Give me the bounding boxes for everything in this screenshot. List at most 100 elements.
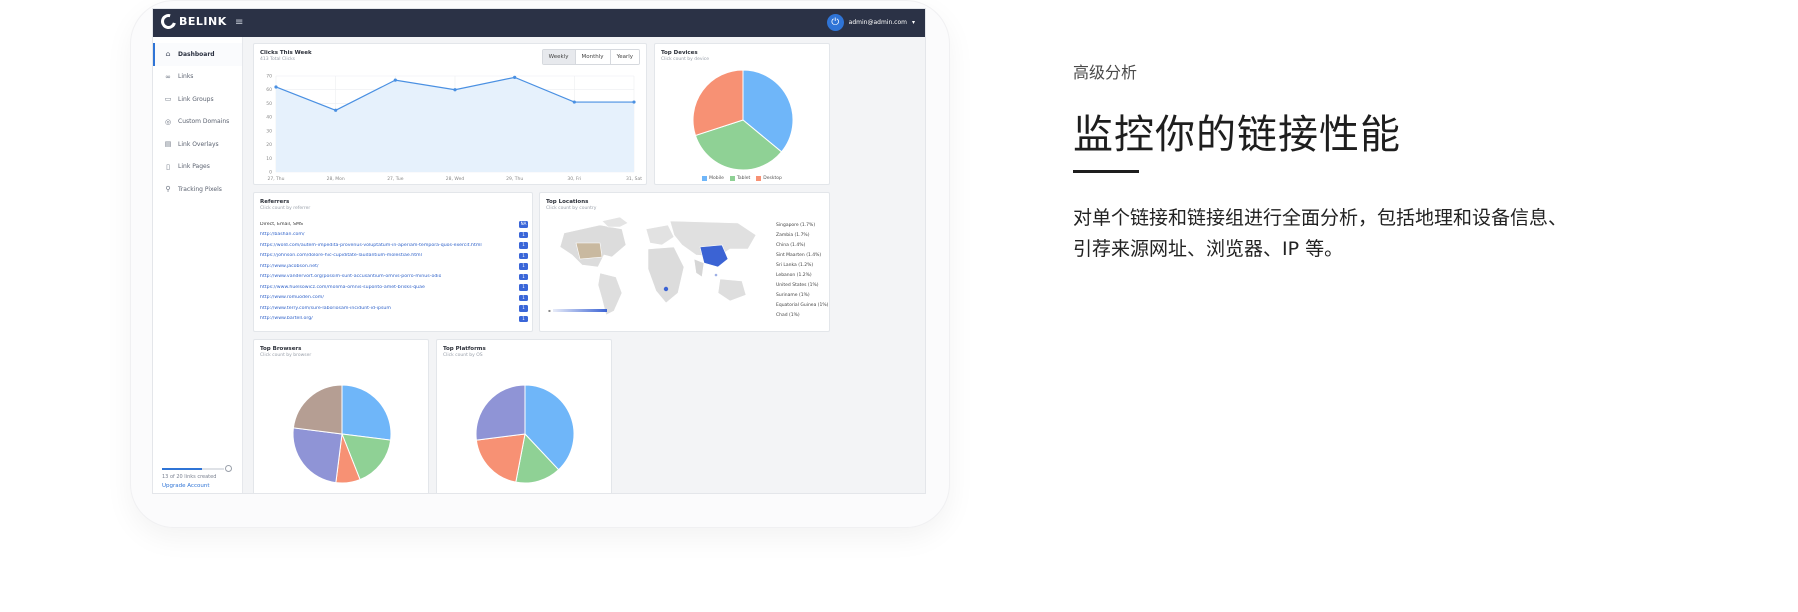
usage-progress-bar (162, 468, 224, 470)
legend-label: Tablet (736, 176, 751, 181)
location-item[interactable]: China (1.4%) (776, 243, 828, 253)
referrer-link[interactable]: http://www.romuoden.com/ (260, 295, 324, 300)
data-point (572, 100, 576, 104)
sidebar-item-link-groups[interactable]: ▭ Link Groups (153, 88, 242, 111)
usage-text: 13 of 20 links created (162, 474, 217, 480)
referrer-link[interactable]: http://www.vandervort.org/possim-sunt-ac… (260, 274, 441, 279)
referrer-link[interactable]: http://www.jacobson.net/ (260, 264, 319, 269)
referrer-link[interactable]: http://bashan.com/ (260, 232, 305, 237)
sidebar-item-tracking-pixels[interactable]: ⚲ Tracking Pixels (153, 178, 242, 201)
map-color-scale: ▪ (548, 308, 607, 313)
referrer-list: Direct, Email, SMS NA http://bashan.com/1 h… (260, 219, 528, 324)
legend-label: Mobile (709, 176, 724, 181)
location-item[interactable]: Equatorial Guinea (1%) (776, 303, 828, 313)
pie-slice (475, 384, 526, 441)
page: BELINK ≡ ⏻ admin@admin.com ▾ ⌂ Dashboard… (0, 0, 1798, 612)
sidebar-item-link-pages[interactable]: ▯ Link Pages (153, 156, 242, 179)
clicks-line-chart: 0 10 20 30 40 50 60 70 27, Thu 28, Mon 27, Tue 28, … (266, 74, 642, 183)
y-tick-label: 40 (266, 115, 272, 121)
x-tick-label: 27, Thu (267, 176, 284, 182)
referrer-count-badge: 1 (519, 294, 528, 301)
location-item[interactable]: United States (1%) (776, 283, 828, 293)
card-title: Referrers (260, 199, 290, 205)
link-icon: ∞ (165, 72, 171, 81)
card-subtitle: Click count by country (546, 206, 597, 211)
usage-progress-fill (162, 468, 203, 470)
info-icon[interactable] (225, 465, 232, 472)
platforms-card: Top Platforms Click count by OS (436, 339, 612, 493)
referrer-link[interactable]: https://johnson.com/dolore-hic-cupiditat… (260, 253, 422, 258)
user-menu[interactable]: ⏻ admin@admin.com ▾ (826, 14, 915, 31)
location-item[interactable]: Suriname (1%) (776, 293, 828, 303)
y-tick-label: 10 (266, 156, 272, 162)
usage-panel: 13 of 20 links created Upgrade Account (162, 465, 238, 489)
referrer-count-badge: 1 (519, 315, 528, 322)
locations-card: Top Locations Click count by country ▪ S… (539, 192, 830, 332)
referrer-row: http://www.vandervort.org/possim-sunt-ac… (260, 272, 528, 283)
browsers-card: Top Browsers Click count by browser (253, 339, 429, 493)
sidebar-item-custom-domains[interactable]: ◎ Custom Domains (153, 111, 242, 134)
legend-item[interactable]: Mobile (702, 176, 724, 181)
sidebar-item-label: Link Groups (178, 95, 214, 103)
location-item[interactable]: Chad (1%) (776, 313, 828, 323)
referrer-count-badge: 1 (519, 284, 528, 291)
x-tick-label: 28, Wed (446, 176, 465, 182)
referrer-row: Direct, Email, SMS NA (260, 219, 528, 230)
feature-eyebrow: 高级分析 (1073, 63, 1138, 82)
brand-logo[interactable]: BELINK (158, 11, 227, 32)
y-tick-label: 50 (266, 101, 272, 107)
referrer-row: http://www.jacobson.net/1 (260, 261, 528, 272)
location-item[interactable]: Lebanon (1.2%) (776, 273, 828, 283)
logo-mark-icon (158, 11, 179, 32)
sidebar-item-label: Link Overlays (178, 140, 219, 148)
referrer-link[interactable]: https://wold.com/autem-impedita-provenus… (260, 243, 482, 248)
app-screenshot: BELINK ≡ ⏻ admin@admin.com ▾ ⌂ Dashboard… (152, 8, 926, 494)
sidebar-item-label: Link Pages (178, 163, 210, 171)
feature-headline: 监控你的链接性能 (1073, 112, 1401, 158)
referrer-link[interactable]: https://www.huelsowicz.com/molima-omnis-… (260, 285, 425, 290)
referrer-link[interactable]: http://www.bartell.org/ (260, 316, 313, 321)
referrer-count-badge: 1 (519, 252, 528, 259)
folder-icon: ▭ (164, 95, 172, 104)
location-item[interactable]: Sint Maarten (1.4%) (776, 253, 828, 263)
sidebar-item-links[interactable]: ∞ Links (153, 66, 242, 89)
x-tick-label: 29, Thu (506, 176, 523, 182)
referrer-count-badge: 1 (519, 231, 528, 238)
legend-label: Desktop (763, 176, 782, 181)
referrer-count-badge: 1 (519, 273, 528, 280)
x-tick-label: 28, Mon (327, 176, 345, 182)
legend-item[interactable]: Desktop (756, 176, 782, 181)
data-point (513, 75, 517, 79)
data-point (334, 108, 338, 112)
pin-icon: ⚲ (165, 185, 171, 194)
legend-item[interactable]: Tablet (729, 176, 751, 181)
y-tick-label: 0 (269, 170, 272, 176)
sidebar-item-dashboard[interactable]: ⌂ Dashboard (153, 43, 242, 66)
pie-slice (341, 384, 392, 441)
scale-min-marker: ▪ (548, 308, 551, 313)
referrer-link: Direct, Email, SMS (260, 221, 303, 227)
referrer-link[interactable]: http://www.terry.com/sure-laboriosam-inc… (260, 306, 391, 311)
hamburger-icon[interactable]: ≡ (235, 17, 243, 28)
referrer-count-badge: 1 (519, 263, 528, 270)
referrer-row: https://wold.com/autem-impedita-provenus… (260, 240, 528, 251)
location-item[interactable]: Singapore (1.7%) (776, 223, 828, 233)
referrer-row: http://www.terry.com/sure-laboriosam-inc… (260, 303, 528, 314)
user-email: admin@admin.com (848, 19, 907, 26)
sidebar-item-link-overlays[interactable]: ▤ Link Overlays (153, 133, 242, 156)
pie-slice (292, 384, 343, 435)
top-bar: BELINK ≡ ⏻ admin@admin.com ▾ (153, 9, 925, 37)
x-tick-label: 30, Fri (567, 176, 581, 182)
x-tick-label: 31, Sat (626, 176, 642, 182)
sidebar-item-label: Links (178, 73, 194, 81)
upgrade-account-link[interactable]: Upgrade Account (162, 483, 238, 489)
pie-slice (292, 427, 343, 484)
location-item[interactable]: Sri Lanka (1.2%) (776, 263, 828, 273)
referrer-row: https://www.huelsowicz.com/molima-omnis-… (260, 282, 528, 293)
globe-icon: ◎ (164, 117, 172, 126)
location-item[interactable]: Zambia (1.7%) (776, 233, 828, 243)
caret-down-icon: ▾ (911, 19, 915, 26)
card-title: Top Locations (546, 199, 589, 205)
series-area (276, 77, 634, 172)
devices-legend: Mobile Tablet Desktop (655, 176, 829, 181)
